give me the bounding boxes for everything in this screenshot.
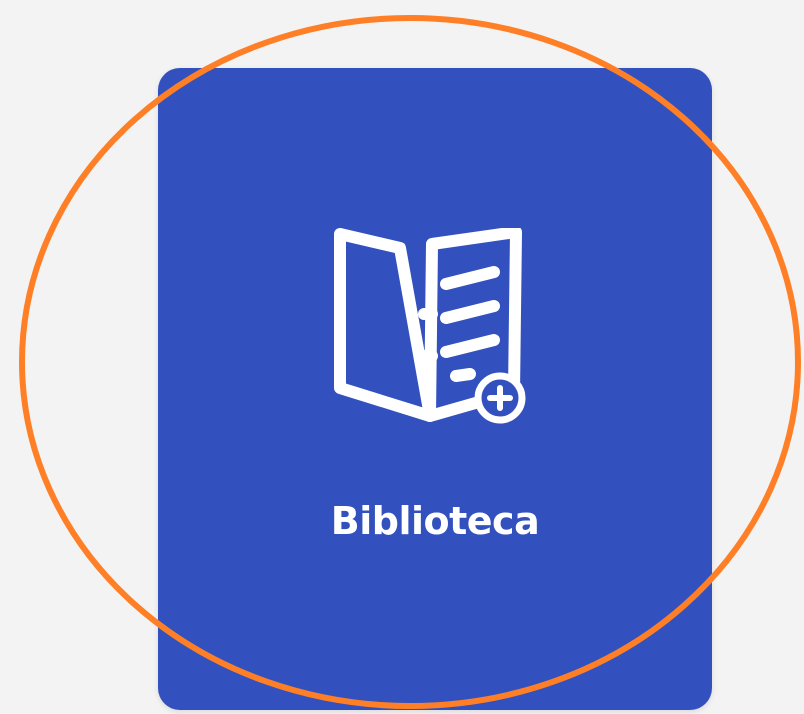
biblioteca-tile[interactable]: Biblioteca	[158, 68, 712, 710]
screen: Biblioteca	[0, 0, 804, 714]
tile-label: Biblioteca	[330, 499, 540, 543]
book-add-icon	[334, 228, 526, 424]
